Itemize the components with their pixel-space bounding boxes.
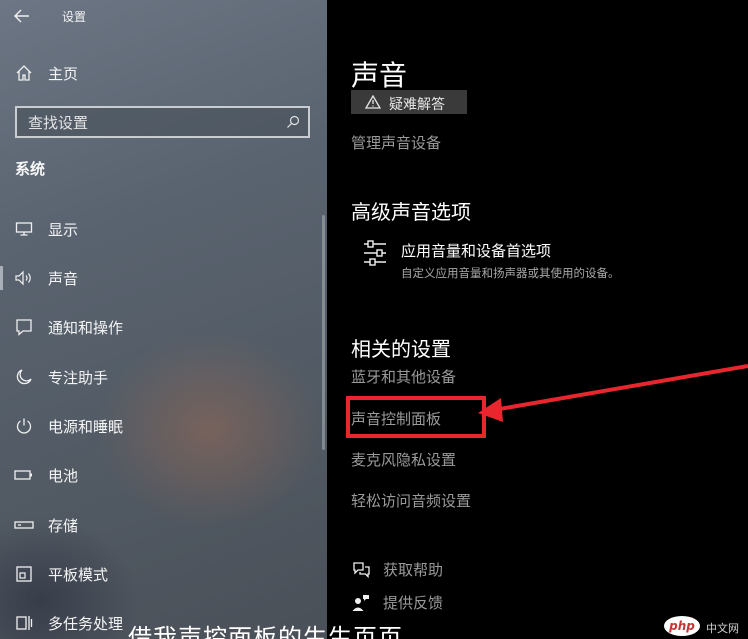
multitasking-icon xyxy=(0,614,48,632)
troubleshoot-label: 疑难解答 xyxy=(389,97,445,113)
monitor-icon xyxy=(0,221,48,237)
sidebar-item-power-sleep[interactable]: 电源和睡眠 xyxy=(0,406,327,446)
search-icon xyxy=(287,115,300,128)
window-title: 设置 xyxy=(62,10,87,24)
back-arrow-icon xyxy=(14,9,29,23)
sidebar-item-storage[interactable]: 存储 xyxy=(0,505,327,545)
feedback-link[interactable]: 提供反馈 xyxy=(351,592,443,613)
sidebar-item-label: 多任务处理 xyxy=(48,614,124,633)
sidebar-item-label: 通知和操作 xyxy=(48,318,124,337)
search-placeholder: 查找设置 xyxy=(28,113,89,132)
sidebar-item-label: 电源和睡眠 xyxy=(48,417,124,436)
speaker-icon xyxy=(0,270,48,286)
app-volume-title: 应用音量和设备首选项 xyxy=(401,242,552,260)
sidebar-item-label: 存储 xyxy=(48,516,79,535)
feedback-label: 提供反馈 xyxy=(383,594,444,612)
watermark: 中文网 xyxy=(706,622,739,635)
advanced-sound-heading: 高级声音选项 xyxy=(351,200,471,224)
settings-sidebar: 设置 主页 查找设置 系统 显示 声音 通知和操作 专注助手 电源和睡眠 电池 … xyxy=(0,0,327,639)
sidebar-item-sound[interactable]: 声音 xyxy=(0,258,327,298)
moon-icon xyxy=(0,368,48,386)
get-help-link[interactable]: 获取帮助 xyxy=(351,559,443,580)
sidebar-item-label: 声音 xyxy=(48,269,79,288)
sidebar-item-label: 电池 xyxy=(48,466,79,485)
highlight-box xyxy=(346,396,486,438)
app-volume-description: 自定义应用音量和扬声器或其使用的设备。 xyxy=(401,266,620,280)
back-button[interactable] xyxy=(8,4,36,28)
related-settings-heading: 相关的设置 xyxy=(351,337,451,361)
sidebar-item-label: 平板模式 xyxy=(48,565,109,584)
sidebar-item-tablet-mode[interactable]: 平板模式 xyxy=(0,554,327,594)
sidebar-item-battery[interactable]: 电池 xyxy=(0,455,327,495)
bluetooth-devices-link[interactable]: 蓝牙和其他设备 xyxy=(351,366,456,387)
warning-icon xyxy=(365,95,381,109)
notification-icon xyxy=(0,318,48,336)
get-help-label: 获取帮助 xyxy=(383,561,444,579)
power-icon xyxy=(0,417,48,435)
tablet-mode-icon xyxy=(0,565,48,583)
home-label: 主页 xyxy=(48,64,79,83)
php-logo: php xyxy=(664,616,700,636)
storage-icon xyxy=(0,520,48,530)
page-title: 声音 xyxy=(351,59,408,92)
sidebar-item-focus-assist[interactable]: 专注助手 xyxy=(0,357,327,397)
section-title: 系统 xyxy=(15,160,46,178)
battery-icon xyxy=(0,469,48,481)
help-chat-icon xyxy=(353,561,370,578)
title-bar: 设置 xyxy=(0,0,327,34)
manage-sound-devices-link[interactable]: 管理声音设备 xyxy=(351,132,441,153)
home-nav-item[interactable]: 主页 xyxy=(0,53,327,93)
sidebar-item-display[interactable]: 显示 xyxy=(0,209,327,249)
sound-settings-page: 声音 疑难解答 管理声音设备 高级声音选项 应用音量和设备首选项 自定义应用音量… xyxy=(327,0,748,639)
search-input[interactable]: 查找设置 xyxy=(15,106,310,138)
app-volume-preferences[interactable]: 应用音量和设备首选项 自定义应用音量和扬声器或其使用的设备。 xyxy=(363,240,620,281)
sliders-icon xyxy=(364,240,386,266)
microphone-privacy-link[interactable]: 麦克风隐私设置 xyxy=(351,449,456,470)
sidebar-item-notifications[interactable]: 通知和操作 xyxy=(0,307,327,347)
ease-of-access-audio-link[interactable]: 轻松访问音频设置 xyxy=(351,490,471,511)
video-caption: 借我声控面板的生生页页 xyxy=(128,624,403,639)
sidebar-item-label: 专注助手 xyxy=(48,368,109,387)
feedback-person-icon xyxy=(352,594,369,611)
sidebar-item-label: 显示 xyxy=(48,220,79,239)
home-icon xyxy=(0,64,48,82)
troubleshoot-button[interactable]: 疑难解答 xyxy=(351,90,467,114)
